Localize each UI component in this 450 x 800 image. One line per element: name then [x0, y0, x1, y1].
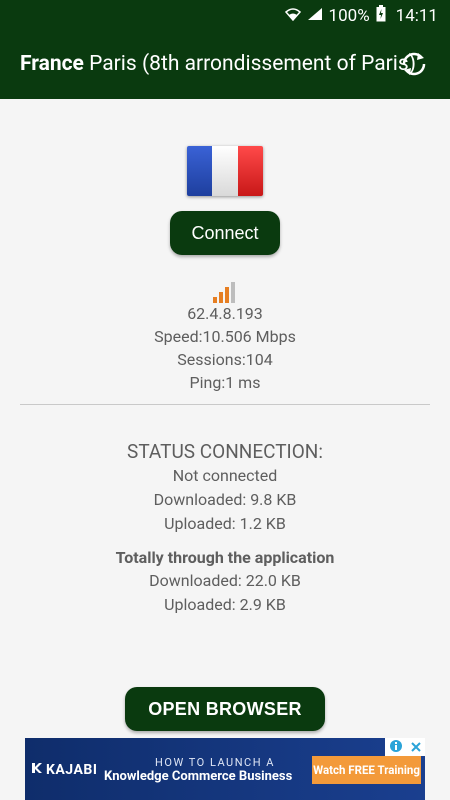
session-downloaded: Downloaded: 9.8 KB [153, 490, 297, 509]
open-browser-button[interactable]: OPEN BROWSER [125, 687, 325, 731]
wifi-icon [284, 6, 301, 25]
adchoices-icon[interactable] [389, 738, 403, 757]
status-icons: 100% 14:11 [284, 5, 438, 26]
server-title: France Paris (8th arrondissement of Pari… [20, 52, 416, 76]
server-ping: Ping:1 ms [189, 373, 261, 392]
server-ip: 62.4.8.193 [187, 304, 263, 323]
connection-state: Not connected [172, 466, 278, 485]
session-uploaded: Uploaded: 1.2 KB [164, 514, 286, 533]
ad-headline: HOW TO LAUNCH A [155, 756, 275, 769]
ad-subline: Knowledge Commerce Business [104, 769, 293, 784]
signal-bar [213, 297, 217, 303]
server-sessions: Sessions:104 [177, 350, 273, 369]
battery-percentage: 100% [328, 5, 370, 26]
ad-close-icon[interactable] [410, 738, 422, 757]
battery-icon [376, 5, 386, 26]
status-title: STATUS CONNECTION: [127, 440, 323, 463]
divider [20, 404, 430, 405]
cell-signal-icon [307, 6, 323, 25]
refresh-button[interactable] [394, 48, 434, 84]
totals-title: Totally through the application [115, 548, 335, 567]
signal-bar [225, 287, 229, 303]
signal-bar [231, 282, 235, 303]
system-status-bar: 100% 14:11 [0, 0, 450, 30]
ad-cta-button[interactable]: Watch FREE Training [312, 756, 421, 784]
app-bar: France Paris (8th arrondissement of Pari… [0, 30, 450, 99]
server-city: Paris (8th arrondissement of Paris) [89, 52, 417, 76]
france-flag-icon [187, 146, 263, 196]
total-uploaded: Uploaded: 2.9 KB [164, 595, 286, 614]
ad-choices[interactable] [385, 738, 425, 756]
signal-bar [219, 292, 223, 303]
server-speed: Speed:10.506 Mbps [154, 327, 296, 346]
refresh-icon [398, 48, 430, 84]
connect-button[interactable]: Connect [170, 211, 280, 255]
server-country: France [20, 52, 84, 76]
ad-banner[interactable]: KAJABI HOW TO LAUNCH A Knowledge Commerc… [25, 738, 425, 800]
total-downloaded: Downloaded: 22.0 KB [149, 571, 301, 590]
signal-strength-icon [213, 282, 235, 303]
clock: 14:11 [395, 5, 438, 26]
